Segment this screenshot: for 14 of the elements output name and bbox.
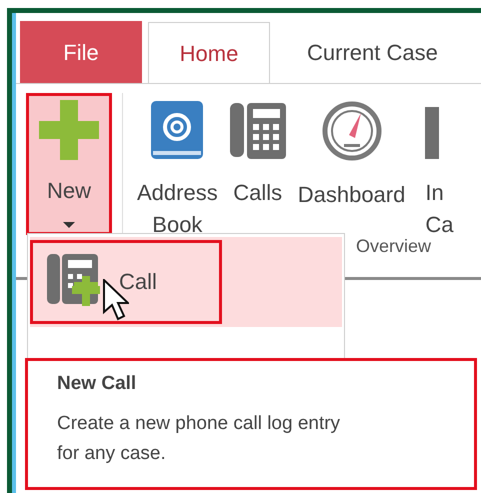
ribbon-tab[interactable]: Home [148, 22, 270, 84]
tooltip-description: Create a new phone call log entry for any case. [57, 412, 342, 466]
gauge-icon [322, 101, 382, 161]
new-button[interactable]: New [26, 93, 112, 235]
file-tab[interactable]: File [20, 21, 142, 83]
ribbon-button[interactable]: Calls [224, 93, 292, 209]
menu-item[interactable]: Call [30, 240, 222, 324]
ribbon-button[interactable]: Dashboard [292, 93, 412, 211]
phone-icon [230, 101, 286, 159]
tooltip-title: New Call [57, 373, 138, 395]
ribbon-button[interactable]: Address Book [131, 93, 224, 241]
ribbon-tab[interactable]: Current Case [276, 21, 469, 83]
plus-icon [39, 100, 99, 160]
address-book-icon [151, 101, 204, 159]
